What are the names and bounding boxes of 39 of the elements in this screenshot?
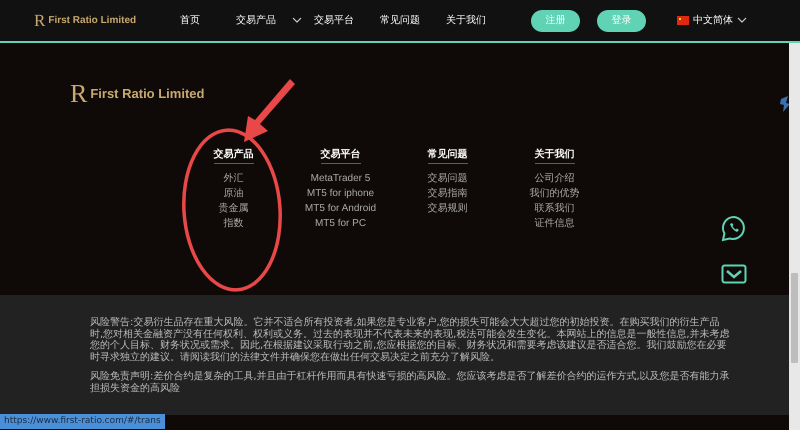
- nav-link[interactable]: 交易平台: [314, 13, 354, 28]
- footer-link[interactable]: 我们的优势: [530, 186, 580, 201]
- logo-text: First Ratio Limited: [48, 14, 136, 28]
- column-heading: 交易平台: [320, 147, 360, 164]
- nav-link[interactable]: 交易产品: [236, 13, 276, 28]
- logo-mark: R: [34, 12, 46, 29]
- nav-link[interactable]: 关于我们: [446, 13, 486, 28]
- column-heading: 常见问题: [428, 147, 468, 164]
- disclaimer-text: 风险警告:交易衍生品存在重大风险。它并不适合所有投资者,如果您是专业客户,您的损失可能会大大超过您的初始投资。在购买我们的衍生产品时,您对相关金融资产没有任何权利、权利或义务。过去的表现并不代表未来的表现,税法可能会发生变化。本网站上的信息是一般性信息,并未考虑您的个人目标、财务状况或需求。因此,在根据建议采取行动之前,您应根据您的目标、财务状况和需要考虑该建议是否适合您。我们鼓励您在必要时寻求独立的建议。请阅读我们的法律文件并确保您在做出任何交易决定之前充分了解风险。: [90, 317, 730, 363]
- footer-link[interactable]: MT5 for PC: [314, 216, 366, 231]
- footer-link[interactable]: MT5 for Android: [304, 201, 376, 216]
- scrollbar[interactable]: [789, 43, 800, 430]
- footer-link[interactable]: 公司介绍: [534, 171, 574, 186]
- footer-link[interactable]: MetaTrader 5: [310, 171, 370, 186]
- logo-link[interactable]: R First Ratio Limited: [34, 12, 180, 29]
- column-heading: 关于我们: [534, 147, 574, 164]
- footer-link[interactable]: 指数: [224, 216, 244, 231]
- status-url: https://www.first-ratio.com/#/trans: [0, 414, 165, 429]
- nav-link[interactable]: 常见问题: [380, 13, 420, 28]
- logo-mark: R: [70, 81, 88, 107]
- footer-link[interactable]: 证件信息: [534, 216, 574, 231]
- flag-icon: [677, 16, 689, 25]
- disclaimer-text: 风险免责声明:差价合约是复杂的工具,并且由于杠杆作用而具有快速亏损的高风险。您应该考虑是否了解差价合约的运作方式,以及您是否有能力承担损失资金的高风险: [90, 371, 730, 394]
- footer-link[interactable]: 外汇: [224, 171, 244, 186]
- footer-link[interactable]: 贵金属: [218, 201, 248, 216]
- footer-link[interactable]: 交易规则: [428, 201, 468, 216]
- footer-link[interactable]: 交易问题: [428, 171, 468, 186]
- nav-link[interactable]: 首页: [180, 13, 200, 28]
- footer-link[interactable]: 原油: [224, 186, 244, 201]
- language-selector[interactable]: 中文简体: [693, 13, 733, 28]
- logo-text: First Ratio Limited: [90, 85, 204, 104]
- footer-link[interactable]: 联系我们: [534, 201, 574, 216]
- footer-link[interactable]: 交易指南: [428, 186, 468, 201]
- chevron-down-icon[interactable]: [737, 17, 747, 24]
- footer-link[interactable]: MT5 for iphone: [306, 186, 374, 201]
- chevron-down-icon[interactable]: [292, 17, 302, 24]
- side-widget-icon[interactable]: [779, 95, 791, 113]
- column-heading: 交易产品: [214, 147, 254, 164]
- mail-icon[interactable]: [721, 264, 747, 284]
